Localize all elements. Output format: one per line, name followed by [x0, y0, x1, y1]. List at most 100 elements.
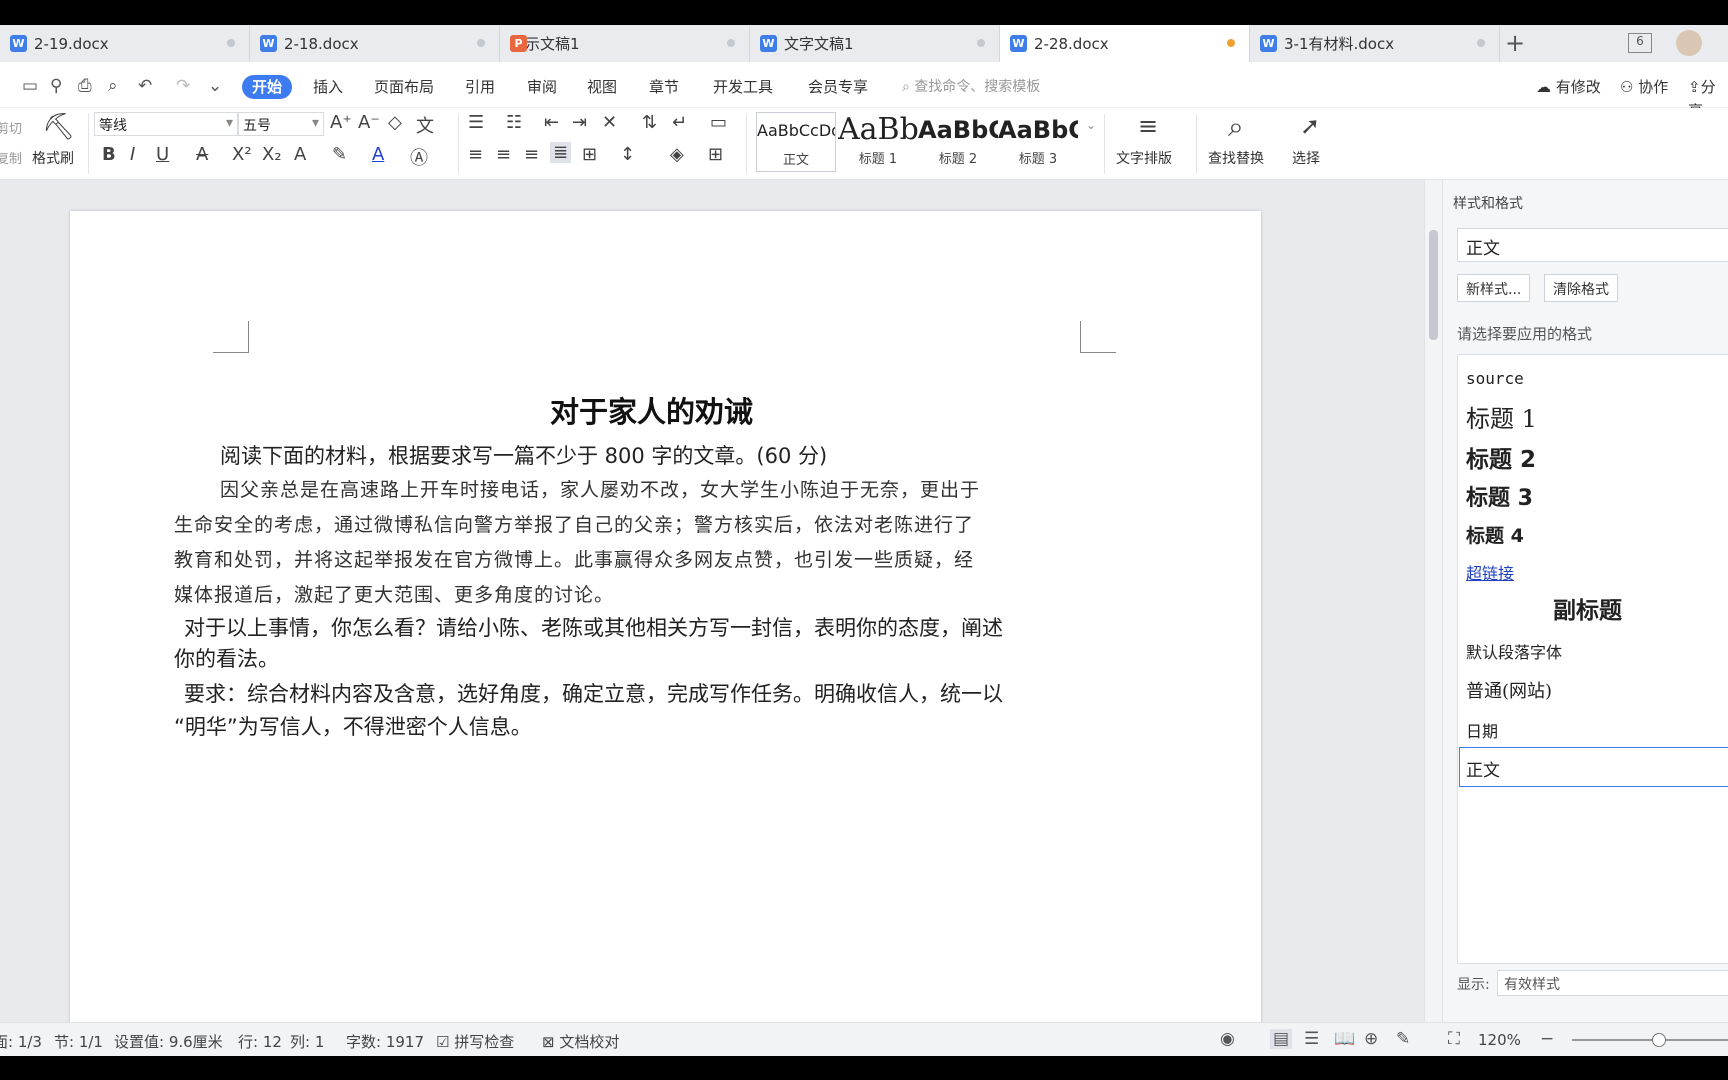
- user-avatar[interactable]: [1676, 30, 1702, 56]
- tab-count-icon[interactable]: 6: [1628, 33, 1652, 53]
- style-item-subtitle[interactable]: 副标题: [1553, 591, 1622, 625]
- close-tab-icon[interactable]: [1477, 39, 1485, 47]
- tab-view[interactable]: 视图: [587, 75, 617, 99]
- tab-layout[interactable]: 页面布局: [374, 75, 434, 99]
- new-tab-button[interactable]: +: [1505, 29, 1525, 57]
- command-search[interactable]: ⌕ 查找命令、搜索模板: [902, 75, 1040, 99]
- superscript-icon[interactable]: X²: [232, 144, 252, 165]
- print-preview-icon[interactable]: ⌕: [108, 76, 118, 96]
- highlight-icon[interactable]: ✎: [332, 144, 347, 165]
- ruler-icon[interactable]: ▭: [710, 112, 727, 133]
- tab-presentation[interactable]: P 演示文稿1: [500, 25, 750, 62]
- show-marks-icon[interactable]: ↵: [672, 112, 687, 133]
- tab-chapter[interactable]: 章节: [649, 75, 679, 99]
- collab-button[interactable]: ⚇ 协作: [1620, 75, 1668, 99]
- zoom-slider-thumb[interactable]: [1652, 1033, 1666, 1047]
- increase-indent-icon[interactable]: ⇥: [572, 112, 587, 133]
- sort-icon[interactable]: ⇅: [642, 112, 657, 133]
- phonetic-icon[interactable]: 文: [416, 112, 434, 138]
- eye-protect-icon[interactable]: ◉: [1220, 1029, 1235, 1049]
- style-item-normal-web[interactable]: 普通(网站): [1466, 677, 1552, 703]
- write-view-icon[interactable]: ✎: [1396, 1029, 1410, 1049]
- cut-button[interactable]: 剪切: [0, 118, 22, 137]
- tab-text-doc[interactable]: W 文字文稿1: [750, 25, 1000, 62]
- text-layout-icon[interactable]: ≡: [1138, 112, 1158, 140]
- style-heading-1[interactable]: AaBb 标题 1: [838, 112, 918, 172]
- line-spacing-icon[interactable]: ↕: [620, 144, 635, 165]
- close-tab-icon[interactable]: [477, 39, 485, 47]
- proofread-button[interactable]: ⊠ 文档校对: [542, 1031, 619, 1052]
- fit-page-icon[interactable]: ⛶: [1448, 1029, 1460, 1049]
- justify-icon[interactable]: ≣: [550, 142, 572, 163]
- tab-insert[interactable]: 插入: [313, 75, 343, 99]
- style-heading-2[interactable]: AaBbC 标题 2: [918, 112, 998, 172]
- zoom-out-icon[interactable]: −: [1540, 1029, 1554, 1049]
- zoom-level[interactable]: 120%: [1478, 1031, 1521, 1049]
- page-view-icon[interactable]: ▤: [1270, 1029, 1293, 1049]
- underline-icon[interactable]: U: [156, 144, 169, 165]
- borders-icon[interactable]: ⊞: [708, 144, 723, 165]
- italic-icon[interactable]: I: [130, 144, 135, 165]
- zoom-slider[interactable]: [1572, 1039, 1728, 1041]
- chinese-layout-icon[interactable]: ✕: [602, 112, 617, 133]
- style-item-heading1[interactable]: 标题 1: [1466, 399, 1537, 434]
- unsaved-dot-icon[interactable]: [1227, 39, 1235, 47]
- share-link-icon[interactable]: ⚲: [50, 76, 62, 96]
- style-item-heading2[interactable]: 标题 2: [1466, 440, 1536, 474]
- copy-button[interactable]: 复制: [0, 148, 22, 167]
- tab-references[interactable]: 引用: [465, 75, 495, 99]
- tab-member[interactable]: 会员专享: [808, 75, 868, 99]
- font-color-icon[interactable]: A: [372, 144, 384, 165]
- distribute-icon[interactable]: ⊞: [582, 144, 597, 165]
- redo-icon[interactable]: ↷: [176, 76, 190, 96]
- format-painter-label[interactable]: 格式刷: [32, 148, 74, 168]
- font-size-select[interactable]: 五号 ▾: [238, 112, 324, 136]
- tab-2-28-active[interactable]: W 2-28.docx: [1000, 25, 1250, 62]
- style-item-hyperlink[interactable]: 超链接: [1466, 560, 1514, 584]
- read-view-icon[interactable]: 📖: [1334, 1029, 1355, 1049]
- tab-3-1[interactable]: W 3-1有材料.docx: [1250, 25, 1500, 62]
- clear-format-icon[interactable]: ◇: [388, 112, 402, 133]
- numbered-list-icon[interactable]: ☷: [506, 112, 522, 133]
- clear-format-button[interactable]: 清除格式: [1544, 274, 1618, 302]
- style-item-heading3[interactable]: 标题 3: [1466, 480, 1533, 512]
- font-family-select[interactable]: 等线 ▾: [94, 112, 238, 136]
- tab-home[interactable]: 开始: [242, 75, 293, 99]
- tab-developer[interactable]: 开发工具: [713, 75, 773, 99]
- subscript-icon[interactable]: X₂: [262, 144, 282, 165]
- share-button[interactable]: ⇪分享: [1688, 75, 1728, 120]
- style-heading-3[interactable]: AaBbC 标题 3: [998, 112, 1078, 172]
- print-icon[interactable]: ⎙: [78, 76, 92, 96]
- show-filter-select[interactable]: 有效样式: [1497, 970, 1728, 996]
- close-tab-icon[interactable]: [727, 39, 735, 47]
- find-replace-button[interactable]: 查找替换: [1208, 148, 1264, 168]
- char-border-icon[interactable]: Ⓐ: [410, 144, 428, 170]
- shading-icon[interactable]: ◈: [670, 144, 684, 165]
- new-style-button[interactable]: 新样式...: [1457, 274, 1531, 302]
- vertical-scrollbar[interactable]: [1424, 180, 1442, 1022]
- align-right-icon[interactable]: ≡: [524, 144, 539, 165]
- close-tab-icon[interactable]: [227, 39, 235, 47]
- style-normal[interactable]: AaBbCcDd 正文: [756, 112, 836, 172]
- align-center-icon[interactable]: ≡: [496, 144, 511, 165]
- style-item-date[interactable]: 日期: [1466, 718, 1498, 742]
- close-tab-icon[interactable]: [977, 39, 985, 47]
- grow-font-icon[interactable]: A⁺: [330, 112, 352, 133]
- style-item-source[interactable]: source: [1466, 369, 1524, 388]
- document-page[interactable]: 对于家人的劝诫 阅读下面的材料，根据要求写一篇不少于 800 字的文章。(60 …: [70, 211, 1261, 1031]
- page-indicator[interactable]: 页面: 1/3: [0, 1031, 42, 1052]
- strikethrough-icon[interactable]: A: [196, 144, 208, 165]
- tab-review[interactable]: 审阅: [527, 75, 557, 99]
- format-painter-icon[interactable]: ⛏: [42, 112, 75, 142]
- style-item-heading4[interactable]: 标题 4: [1466, 521, 1524, 548]
- bullet-list-icon[interactable]: ☰: [468, 112, 484, 133]
- undo-icon[interactable]: ↶: [138, 76, 152, 96]
- word-count[interactable]: 字数: 1917: [346, 1031, 424, 1052]
- cursor-icon[interactable]: ➚: [1300, 112, 1320, 140]
- save-icon[interactable]: ▭: [22, 76, 38, 96]
- style-item-default-font[interactable]: 默认段落字体: [1466, 639, 1562, 663]
- outline-view-icon[interactable]: ☰: [1304, 1029, 1319, 1049]
- style-item-normal-selected[interactable]: 正文: [1459, 747, 1728, 787]
- styles-more-icon[interactable]: ⌄: [1086, 118, 1096, 132]
- decrease-indent-icon[interactable]: ⇤: [544, 112, 559, 133]
